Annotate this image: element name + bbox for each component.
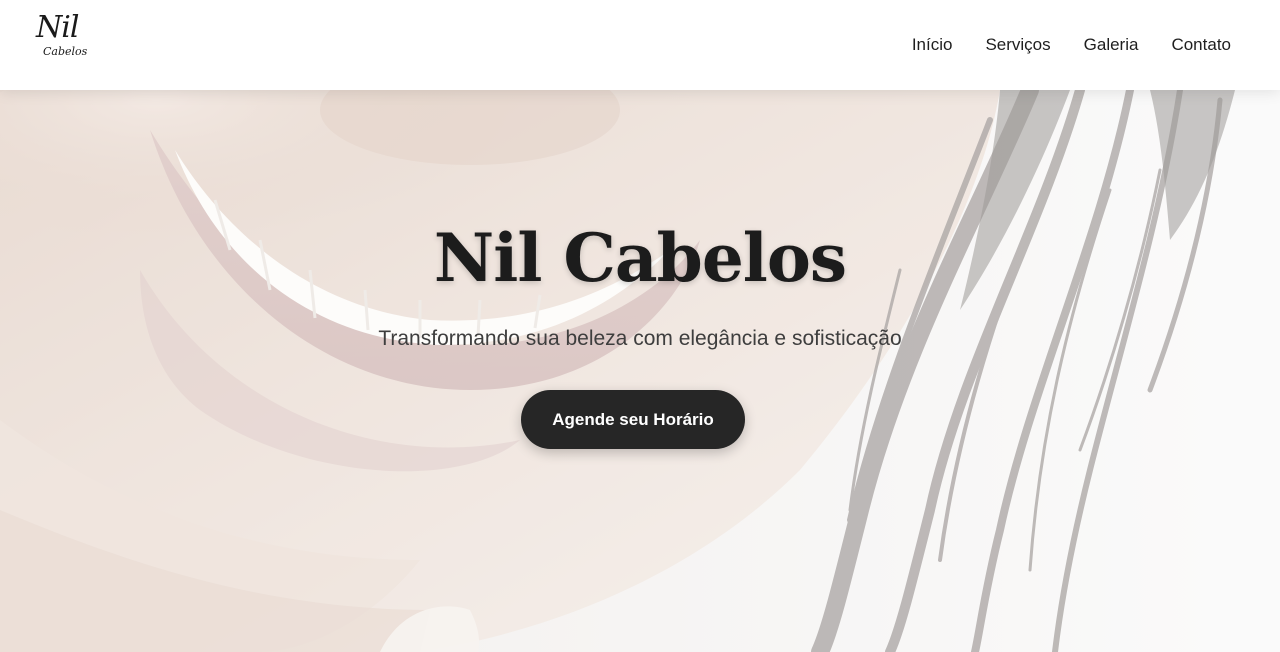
logo[interactable]: Nil Cabelos (34, 10, 88, 67)
main-nav: Início Serviços Galeria Contato (912, 0, 1231, 90)
hero-title: Nil Cabelos (433, 219, 847, 297)
hero-subtitle: Transformando sua beleza com elegância e… (378, 327, 902, 350)
nav-link-inicio[interactable]: Início (912, 35, 953, 55)
hero-section: Nil Cabelos Transformando sua beleza com… (0, 90, 1280, 652)
logo-text-cabelos: Cabelos (43, 45, 88, 58)
nav-link-galeria[interactable]: Galeria (1084, 35, 1139, 55)
site-header: Nil Cabelos Início Serviços Galeria Cont… (0, 0, 1280, 90)
logo-text-nil: Nil (36, 10, 79, 45)
nav-link-contato[interactable]: Contato (1171, 35, 1231, 55)
book-appointment-button[interactable]: Agende seu Horário (521, 390, 745, 449)
hero-overlay (0, 90, 1280, 652)
nav-link-servicos[interactable]: Serviços (985, 35, 1050, 55)
